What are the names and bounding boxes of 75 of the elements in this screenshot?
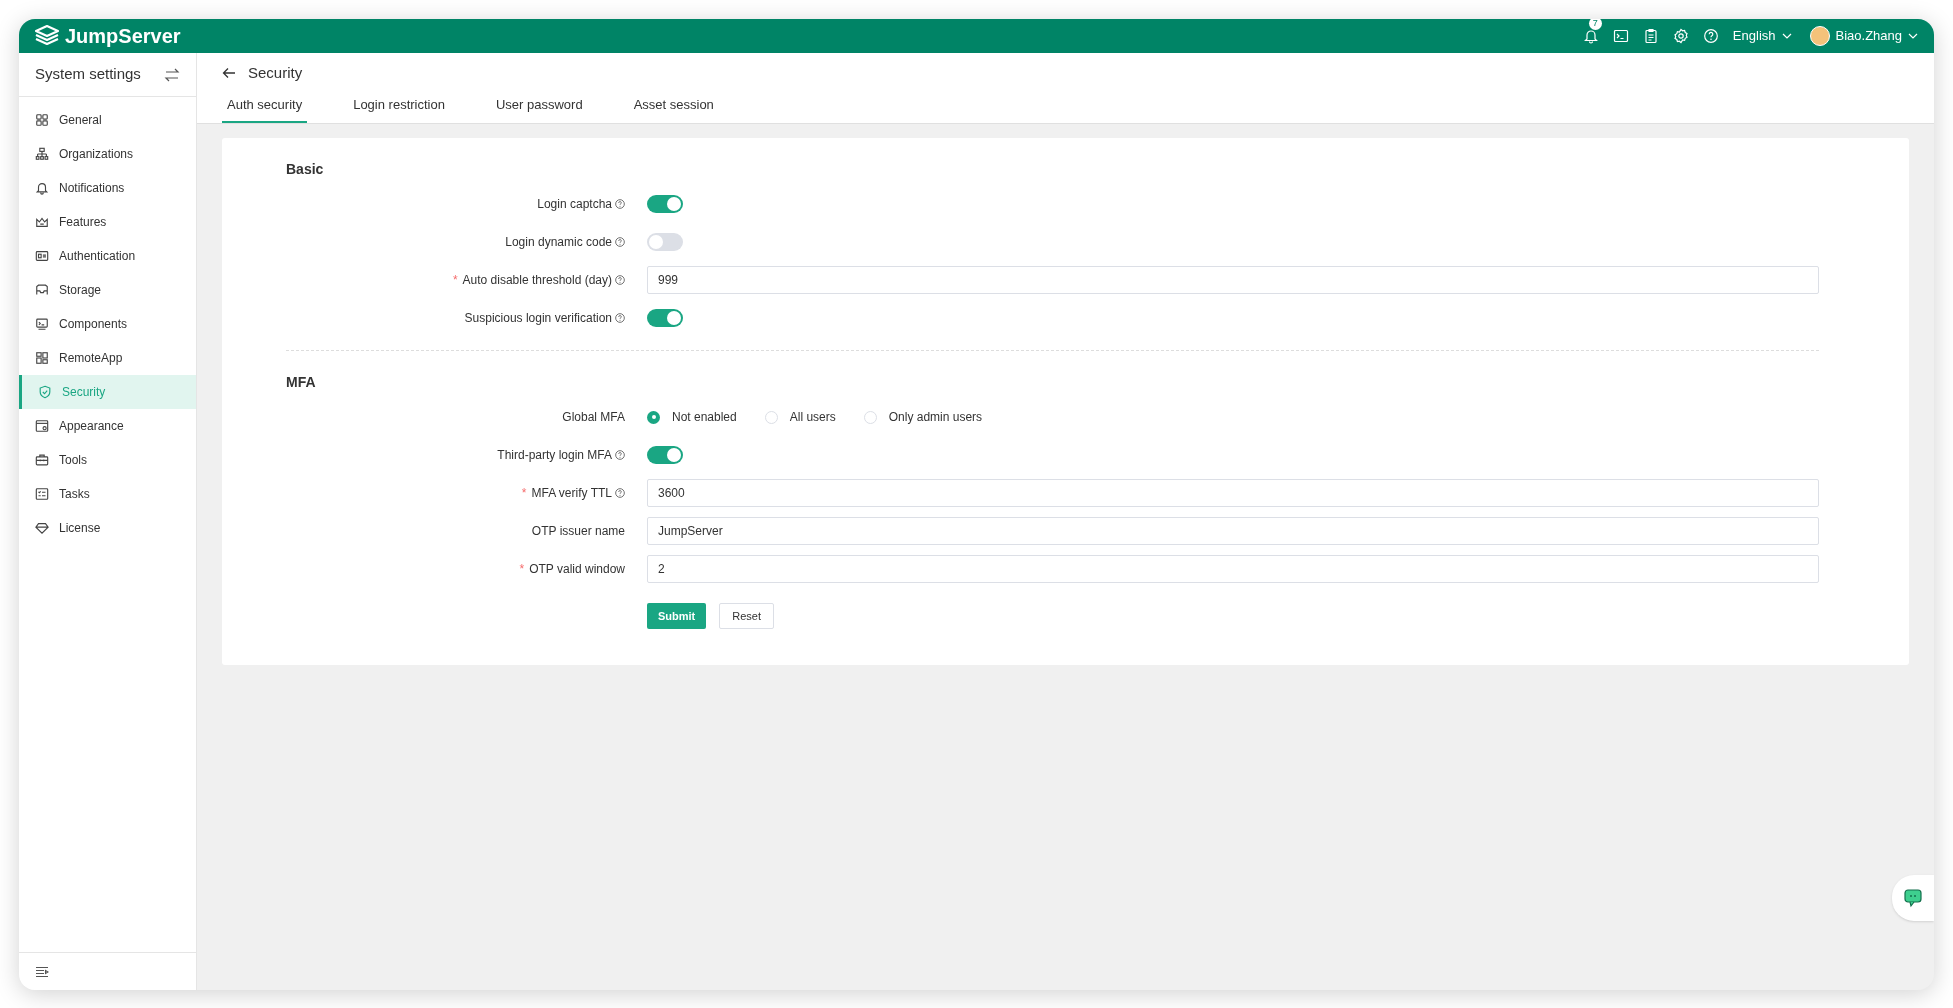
radio-option[interactable]: Not enabled <box>647 408 737 426</box>
radio-option[interactable]: All users <box>764 408 836 426</box>
tab[interactable]: Asset session <box>628 89 719 123</box>
toggle-switch[interactable] <box>647 446 683 464</box>
input-field[interactable]: 2 <box>647 555 1819 583</box>
logo-text: JumpServer <box>65 24 181 49</box>
chat-bubble-icon <box>1903 888 1923 908</box>
field-label: OTP issuer name <box>531 523 625 540</box>
window-icon <box>35 419 49 433</box>
sidebar-item[interactable]: Tasks <box>19 477 196 511</box>
bell-icon <box>35 181 49 195</box>
sidebar-item[interactable]: Organizations <box>19 137 196 171</box>
hierarchy-icon <box>35 147 49 161</box>
collapse-menu-icon[interactable] <box>35 965 49 978</box>
logo-icon <box>35 25 59 47</box>
tab[interactable]: User password <box>490 89 588 123</box>
tab[interactable]: Auth security <box>222 89 308 123</box>
input-field[interactable]: 3600 <box>647 479 1819 507</box>
settings-icon[interactable] <box>1672 28 1689 44</box>
chat-button[interactable] <box>1892 875 1934 921</box>
input-field[interactable]: 999 <box>647 266 1819 294</box>
user-menu[interactable]: Biao.Zhang <box>1809 26 1918 46</box>
sidebar-item[interactable]: Appearance <box>19 409 196 443</box>
field-label: Suspicious login verification <box>464 310 612 327</box>
caret-icon <box>1781 33 1792 39</box>
clipboard-icon[interactable] <box>1642 28 1659 44</box>
field-label: Global MFA <box>562 409 625 426</box>
toggle-switch[interactable] <box>647 233 683 251</box>
sidebar-item[interactable]: Features <box>19 205 196 239</box>
sidebar-item[interactable]: Notifications <box>19 171 196 205</box>
language-dropdown[interactable]: English <box>1732 26 1792 46</box>
bell-icon[interactable] <box>1582 28 1599 44</box>
inbox-icon <box>35 283 49 297</box>
diamond-icon <box>35 521 49 535</box>
back-arrow-icon[interactable] <box>222 67 236 79</box>
avatar-icon <box>1809 26 1830 46</box>
notification-count: 7 <box>1588 19 1602 30</box>
crown-icon <box>35 215 49 229</box>
input-field[interactable]: JumpServer <box>647 517 1819 545</box>
required-mark: * <box>521 485 527 502</box>
briefcase-icon <box>35 453 49 467</box>
section-heading: Basic <box>286 159 325 179</box>
field-label: MFA verify TTL <box>531 485 612 502</box>
checklist-icon <box>35 487 49 501</box>
help-icon[interactable] <box>1702 28 1719 44</box>
monitor-icon <box>35 317 49 331</box>
sidebar-item[interactable]: General <box>19 103 196 137</box>
id-card-icon <box>35 249 49 263</box>
field-label: OTP valid window <box>529 561 625 578</box>
shield-icon <box>38 385 52 399</box>
sidebar-title: System settings <box>35 64 141 85</box>
sidebar-item[interactable]: Components <box>19 307 196 341</box>
terminal-icon[interactable] <box>1612 28 1629 44</box>
radio-option[interactable]: Only admin users <box>863 408 983 426</box>
field-label: Login dynamic code <box>505 234 612 251</box>
toggle-switch[interactable] <box>647 195 683 213</box>
grid-icon <box>35 113 49 127</box>
field-label: Login captcha <box>537 196 612 213</box>
section-heading: MFA <box>286 372 317 392</box>
grid-icon <box>35 351 49 365</box>
reset-button[interactable]: Reset <box>719 603 775 629</box>
tab[interactable]: Login restriction <box>348 89 450 123</box>
toggle-switch[interactable] <box>647 309 683 327</box>
sidebar-item[interactable]: Authentication <box>19 239 196 273</box>
sidebar-item[interactable]: Tools <box>19 443 196 477</box>
sidebar-item[interactable]: RemoteApp <box>19 341 196 375</box>
field-label: Third-party login MFA <box>497 447 612 464</box>
sidebar-item[interactable]: License <box>19 511 196 545</box>
page-title: Security <box>248 62 303 83</box>
swap-icon[interactable] <box>164 67 180 82</box>
sidebar-item[interactable]: Storage <box>19 273 196 307</box>
required-mark: * <box>452 272 458 289</box>
required-mark: * <box>519 561 525 578</box>
field-label: Auto disable threshold (day) <box>462 272 612 289</box>
caret-icon <box>1908 33 1918 39</box>
